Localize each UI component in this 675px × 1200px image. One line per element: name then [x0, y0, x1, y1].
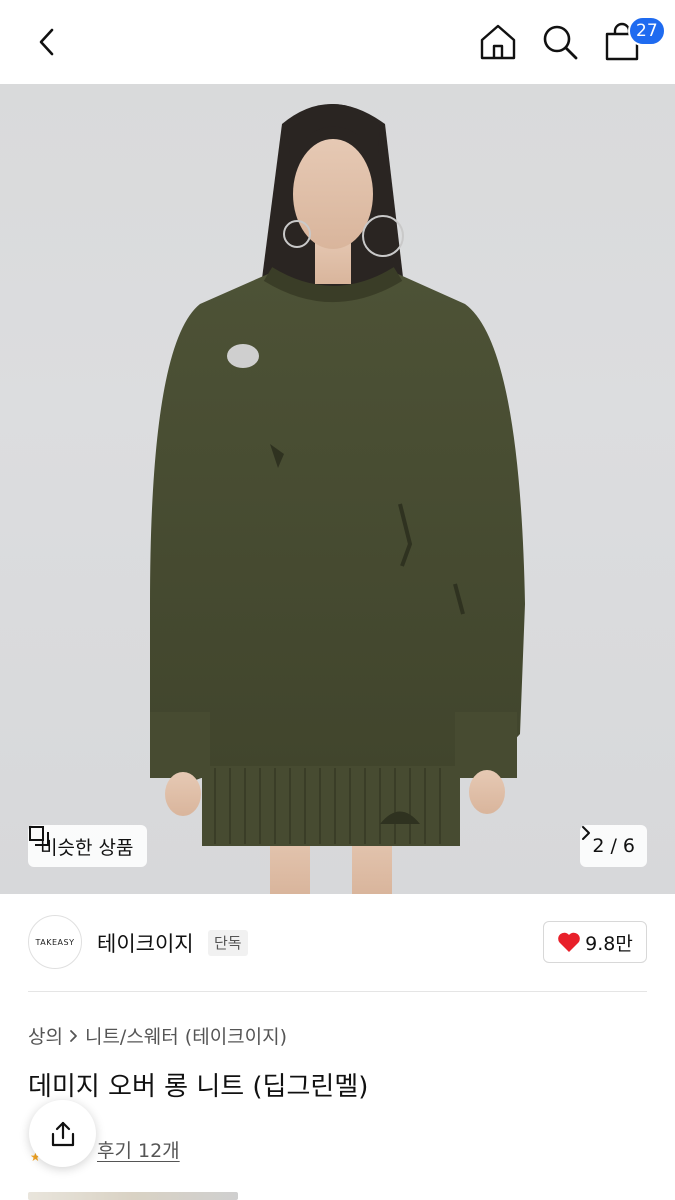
top-nav-bar: 27 — [0, 0, 675, 84]
search-icon — [543, 25, 578, 60]
chevron-right-icon — [70, 1029, 77, 1042]
exclusive-badge: 단독 — [208, 930, 248, 956]
product-title: 데미지 오버 롱 니트 (딥그린멜) — [28, 1072, 369, 1102]
brand-name[interactable]: 테이크이지 — [97, 928, 194, 958]
share-button[interactable] — [29, 1100, 96, 1167]
like-button[interactable]: 9.8만 — [543, 921, 647, 963]
review-count-link[interactable]: 후기 12개 — [97, 1136, 180, 1163]
search-button[interactable] — [532, 14, 588, 70]
next-section-peek — [28, 1192, 238, 1200]
home-button[interactable] — [470, 14, 526, 70]
brand-row: TAKEASY 테이크이지 단독 9.8만 — [0, 894, 675, 992]
cart-button[interactable]: 27 — [594, 14, 666, 70]
home-icon — [480, 24, 516, 60]
breadcrumb: 상의 니트/스웨터 (테이크이지) — [28, 1022, 287, 1049]
heart-icon — [558, 932, 580, 952]
breadcrumb-category[interactable]: 상의 — [28, 1022, 63, 1049]
like-count: 9.8만 — [585, 932, 633, 955]
similar-products-label: 비슷한 상품 — [40, 836, 134, 859]
chevron-left-icon — [39, 28, 54, 56]
brand-logo[interactable]: TAKEASY — [28, 915, 82, 969]
similar-products-button[interactable]: 비슷한 상품 — [28, 825, 148, 867]
copy-icon — [29, 826, 49, 846]
product-image-gallery[interactable]: 비슷한 상품 2 / 6 — [0, 84, 675, 894]
image-counter-button[interactable]: 2 / 6 — [580, 825, 647, 867]
chevron-right-icon — [582, 826, 591, 840]
share-icon — [51, 1121, 74, 1146]
breadcrumb-subcategory[interactable]: 니트/스웨터 (테이크이지) — [85, 1022, 287, 1049]
product-photo — [150, 104, 525, 894]
image-counter-label: 2 / 6 — [592, 835, 635, 857]
cart-count-badge: 27 — [628, 16, 666, 46]
section-divider — [28, 991, 647, 992]
back-button[interactable] — [20, 14, 76, 70]
